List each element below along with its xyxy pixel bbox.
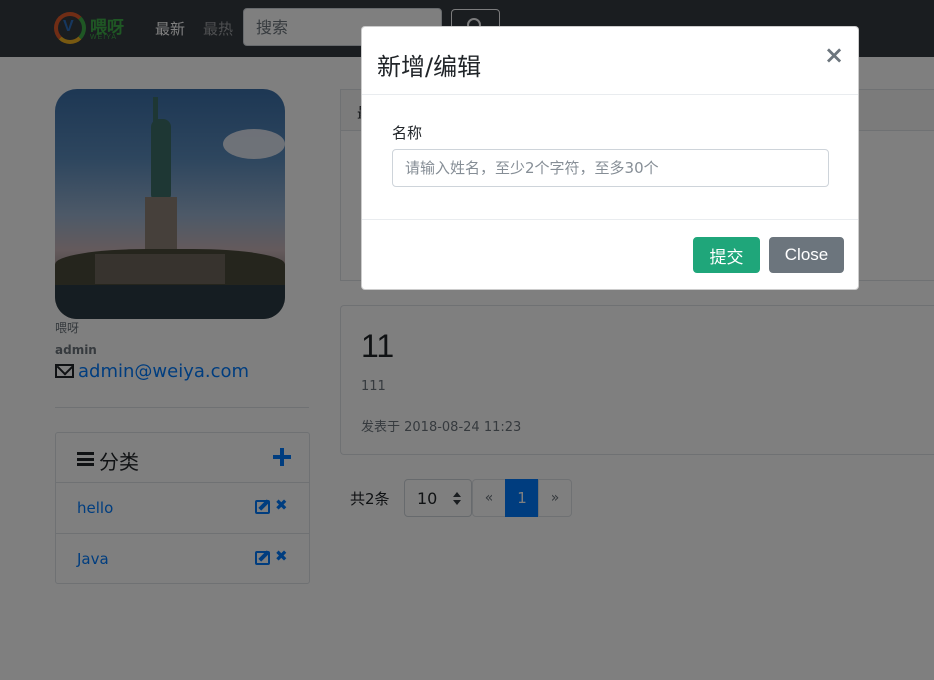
close-icon[interactable]: ×	[824, 43, 844, 67]
close-button[interactable]: Close	[769, 237, 844, 273]
modal-title: 新增/编辑	[377, 53, 482, 81]
edit-modal: 新增/编辑 × 名称 提交 Close	[361, 26, 859, 290]
modal-footer: 提交 Close	[362, 219, 858, 289]
name-field-label: 名称	[392, 124, 423, 142]
submit-button[interactable]: 提交	[693, 237, 760, 273]
modal-header: 新增/编辑 ×	[362, 27, 858, 95]
name-field[interactable]	[392, 149, 829, 187]
